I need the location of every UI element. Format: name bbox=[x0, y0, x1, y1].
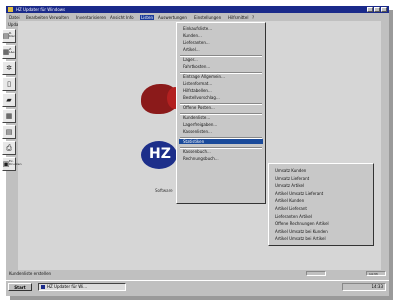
submenu-item[interactable]: Artikel Umsatz Lieferant bbox=[275, 191, 323, 196]
submenu-item[interactable]: Lieferanten Artikel bbox=[275, 214, 312, 219]
menu-item[interactable]: Fahrtkosten... bbox=[183, 64, 210, 69]
menu-bar: Datei Bearbeiten Verwalten Inventarisieren A… bbox=[6, 14, 389, 21]
grid-icon: ▦ bbox=[5, 111, 13, 120]
menu-inventarisieren[interactable]: Inventarisieren bbox=[76, 15, 106, 20]
menu-datei[interactable]: Datei bbox=[9, 15, 20, 20]
logo-subtext: Software bbox=[155, 188, 173, 193]
logo-text: HZ bbox=[149, 146, 171, 162]
menu-hilfsmittel[interactable]: Hilfsmittel bbox=[228, 15, 248, 20]
menu-item[interactable]: Offene Posten... bbox=[183, 105, 215, 110]
menu-einstellungen[interactable]: Einstellungen bbox=[194, 15, 221, 20]
submenu-item[interactable]: Artikel Lieferant bbox=[275, 206, 307, 211]
submenu-item[interactable]: Offene Rechnungen Artikel bbox=[275, 221, 329, 226]
menu--[interactable]: ? bbox=[252, 15, 254, 20]
menu-item[interactable]: Lieferanten... bbox=[183, 40, 210, 45]
menu-item[interactable]: Kassenlisten... bbox=[183, 129, 212, 134]
listen-menu: Einkaufsliste... Kunden... Lieferanten... A… bbox=[176, 22, 266, 204]
window-title: HZ Updater für Windows bbox=[16, 7, 66, 12]
menu-item[interactable]: Eintrage Allgemein... bbox=[183, 74, 225, 79]
taskbar-app-button[interactable]: HZ Updater für Wi... bbox=[38, 283, 126, 291]
status-pane bbox=[306, 271, 326, 276]
gear-icon: ✲ bbox=[6, 63, 12, 72]
toolbar-button-2[interactable]: ▦ Z. L&s bbox=[2, 45, 16, 59]
car-icon: ▰ bbox=[6, 95, 12, 104]
toolbar-button-4[interactable]: ▯ bbox=[2, 77, 16, 91]
toolbar-button-9[interactable]: ▣ Ex. Drucken bbox=[2, 157, 21, 171]
left-toolbar: ▤ R. Klar. ▦ Z. L&s ✲ ▯ ▰ ▦ ▤ ⎙ ▣ Ex. Drucken bbox=[2, 29, 21, 173]
menu-item[interactable]: Rechnungsbuch... bbox=[183, 156, 219, 161]
status-bar: Kundenliste erstellen 14:33 bbox=[6, 270, 389, 277]
menu-item[interactable]: Listenformat... bbox=[183, 81, 212, 86]
toolbar-button-label: Z. L&s bbox=[9, 47, 15, 54]
toolbar-button-3[interactable]: ✲ bbox=[2, 61, 16, 75]
toolbar-button-7[interactable]: ▤ bbox=[2, 125, 16, 139]
submenu-item[interactable]: Umsatz Lieferant bbox=[275, 176, 309, 181]
toolbar-button-5[interactable]: ▰ bbox=[2, 93, 16, 107]
toolbar-button-8[interactable]: ⎙ bbox=[2, 141, 16, 155]
minimize-icon[interactable] bbox=[367, 7, 373, 12]
menu-item[interactable]: Artikel... bbox=[183, 47, 200, 52]
menu-item[interactable]: Hilfstabellen... bbox=[183, 88, 212, 93]
menu-bearbeiten[interactable]: Bearbeiten bbox=[26, 15, 48, 20]
menu-item[interactable]: Lagerfreigaben... bbox=[183, 122, 217, 127]
submenu-item[interactable]: Artikel Kunden bbox=[275, 198, 304, 203]
system-tray-clock: 14:33 bbox=[342, 283, 386, 291]
maximize-icon[interactable] bbox=[374, 7, 380, 12]
submenu-item[interactable]: Umsatz Artikel bbox=[275, 183, 304, 188]
menu-item[interactable]: Kundenliste... bbox=[183, 115, 210, 120]
menu-item[interactable]: Kassenbuch... bbox=[183, 149, 211, 154]
logo-red-shape bbox=[141, 84, 183, 114]
toolbar-button-6[interactable]: ▦ bbox=[2, 109, 16, 123]
doc2-icon: ▤ bbox=[5, 127, 13, 136]
toolbar-button-label: R. Klar. bbox=[9, 31, 16, 38]
start-button[interactable]: Start bbox=[8, 283, 32, 291]
window-controls bbox=[367, 7, 387, 12]
menu-ansicht[interactable]: Ansicht bbox=[110, 15, 125, 20]
submenu-item[interactable]: Artikel Umsatz bei Artikel bbox=[275, 236, 326, 241]
close-icon[interactable] bbox=[381, 7, 387, 12]
toolbar-button-1[interactable]: ▤ R. Klar. bbox=[2, 29, 16, 43]
menu-listen[interactable]: Listen bbox=[140, 15, 154, 20]
print-icon: ⎙ bbox=[6, 143, 12, 152]
task-app-icon bbox=[41, 285, 45, 289]
status-text: Kundenliste erstellen bbox=[9, 271, 52, 276]
task-label: HZ Updater für Wi... bbox=[47, 284, 88, 289]
menu-info[interactable]: Info bbox=[126, 15, 134, 20]
page-icon: ▯ bbox=[7, 79, 11, 88]
toolbar-button-label: Ex. Drucken bbox=[9, 159, 22, 166]
submenu-item[interactable]: Umsatz Kunden bbox=[275, 168, 306, 173]
menu-item[interactable]: Lager... bbox=[183, 57, 198, 62]
app-icon bbox=[8, 7, 13, 12]
statistiken-submenu: Umsatz Kunden Umsatz Lieferant Umsatz Arti… bbox=[268, 163, 374, 246]
menu-item[interactable]: Statistiken bbox=[179, 139, 263, 144]
menu-item[interactable]: Kunden... bbox=[183, 33, 202, 38]
hz-logo: HZ bbox=[141, 141, 177, 169]
title-bar[interactable]: HZ Updater für Windows bbox=[6, 6, 389, 13]
status-time: 14:33 bbox=[366, 271, 386, 276]
menu-item[interactable]: Einkaufsliste... bbox=[183, 26, 212, 31]
menu-auswertungen[interactable]: Auswertungen bbox=[158, 15, 187, 20]
menu-verwalten[interactable]: Verwalten bbox=[49, 15, 69, 20]
menu-item[interactable]: Bestellvorschlag... bbox=[183, 95, 220, 100]
submenu-item[interactable]: Artikel Umsatz bei Kunden bbox=[275, 229, 328, 234]
taskbar: Start HZ Updater für Wi... 14:33 bbox=[6, 280, 389, 293]
